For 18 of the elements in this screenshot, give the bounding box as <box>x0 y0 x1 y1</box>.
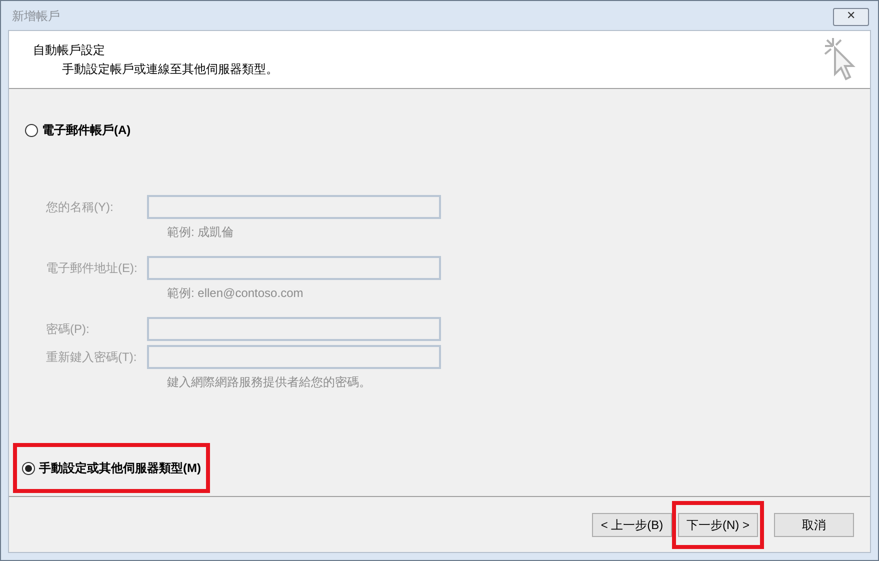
radio-button[interactable] <box>22 462 35 474</box>
dialog-button[interactable]: < 上一步(B) <box>592 512 672 536</box>
hint-text: 鍵入網際網路服務提供者給您的密碼。 <box>167 374 372 391</box>
radio-button[interactable] <box>25 124 38 136</box>
field-label: 電子郵件地址(E): <box>46 260 138 277</box>
hint-text: 範例: 成凱倫 <box>167 224 235 241</box>
close-button[interactable]: ✕ <box>833 8 869 26</box>
field-label: 重新鍵入密碼(T): <box>46 349 138 366</box>
window-title: 新增帳戶 <box>12 8 60 24</box>
dialog-button[interactable]: 下一步(N) > <box>678 512 758 536</box>
header-subtitle: 手動設定帳戶或連線至其他伺服器類型。 <box>61 61 278 78</box>
dialog-button[interactable]: 取消 <box>774 512 854 536</box>
field-label: 密碼(P): <box>46 321 90 338</box>
radio-label: 手動設定或其他伺服器類型(M) <box>39 460 201 477</box>
radio-label: 電子郵件帳戶(A) <box>42 122 131 139</box>
field-label: 您的名稱(Y): <box>46 199 114 216</box>
hint-text: 範例: ellen@contoso.com <box>167 285 304 302</box>
header-title: 自動帳戶設定 <box>33 42 106 59</box>
